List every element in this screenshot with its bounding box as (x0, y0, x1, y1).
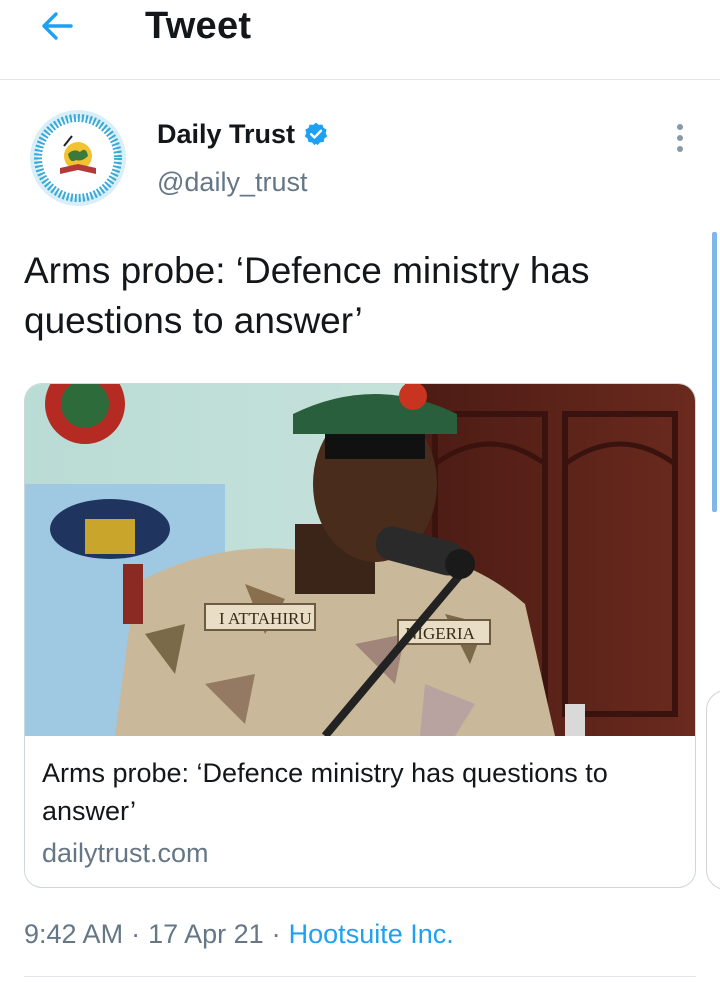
top-bar: Tweet (0, 0, 720, 80)
tweet-text: Arms probe: ‘Defence ministry has questi… (24, 250, 590, 341)
meta-separator: · (271, 919, 281, 949)
card-title: Arms probe: ‘Defence ministry has questi… (42, 758, 608, 826)
tweet-time: 9:42 AM (24, 919, 124, 949)
author-name-text: Daily Trust (157, 119, 296, 149)
author-handle[interactable]: @daily_trust (157, 166, 307, 198)
card-domain: dailytrust.com (42, 838, 209, 868)
divider (24, 976, 696, 977)
name-tag-text: I ATTAHIRU (219, 609, 312, 628)
avatar[interactable] (30, 110, 126, 206)
arrow-left-icon (42, 12, 73, 40)
tweet-author-row: Daily Trust @daily_trust (0, 100, 720, 220)
scrollbar[interactable] (712, 232, 717, 512)
verified-badge-icon (304, 122, 328, 146)
more-vertical-icon (677, 124, 683, 152)
card-image: I ATTAHIRU NIGERIA (25, 384, 695, 736)
daily-trust-logo-icon (30, 110, 126, 206)
back-button[interactable] (28, 4, 84, 48)
link-card[interactable]: I ATTAHIRU NIGERIA Arms probe: ‘Defence … (24, 383, 696, 888)
article-photo: I ATTAHIRU NIGERIA (25, 384, 695, 736)
meta-separator: · (131, 919, 141, 949)
tweet-date: 17 Apr 21 (148, 919, 264, 949)
more-options-button[interactable] (662, 118, 698, 158)
tweet-source-link[interactable]: Hootsuite Inc. (289, 914, 454, 954)
page-title: Tweet (145, 5, 252, 47)
author-name[interactable]: Daily Trust (157, 118, 329, 150)
tweet-meta: 9:42 AM · 17 Apr 21 · Hootsuite Inc. (24, 914, 454, 954)
floating-edge-panel[interactable] (706, 690, 720, 890)
